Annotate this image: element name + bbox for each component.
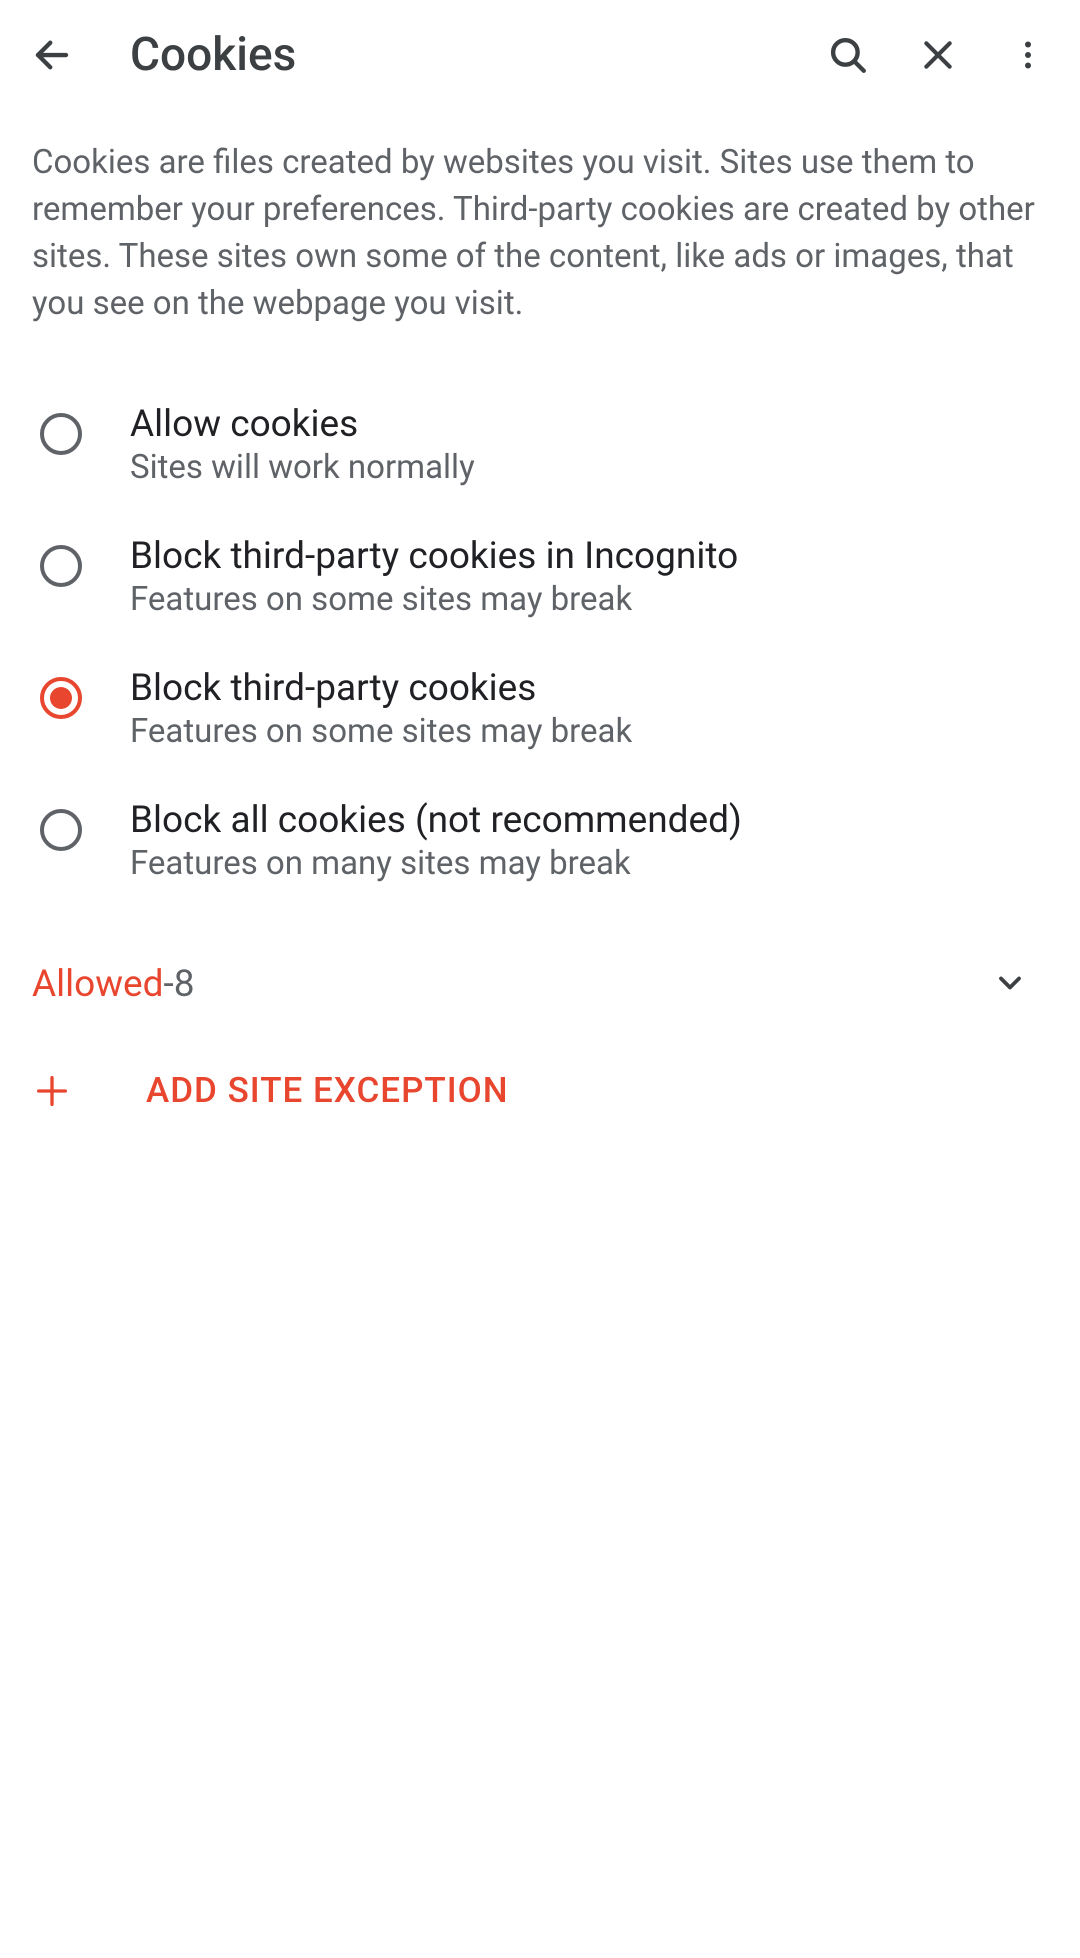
search-button[interactable] — [820, 27, 876, 83]
allowed-text: Allowed - 8 — [32, 963, 195, 1006]
search-icon — [827, 34, 869, 76]
option-subtitle: Sites will work normally — [130, 448, 475, 487]
option-title: Block all cookies (not recommended) — [130, 799, 742, 842]
radio-icon — [40, 809, 82, 851]
allowed-separator: - — [164, 963, 174, 1006]
option-subtitle: Features on some sites may break — [130, 580, 738, 619]
option-text: Allow cookies Sites will work normally — [130, 403, 475, 487]
option-title: Allow cookies — [130, 403, 475, 446]
more-vert-icon — [1010, 37, 1046, 73]
option-title: Block third-party cookies — [130, 667, 632, 710]
plus-icon — [32, 1071, 72, 1111]
option-text: Block third-party cookies Features on so… — [130, 667, 632, 751]
allowed-sites-toggle[interactable]: Allowed - 8 — [0, 943, 1080, 1026]
add-site-exception-button[interactable]: ADD SITE EXCEPTION — [0, 1042, 1080, 1139]
header-actions — [820, 27, 1056, 83]
option-subtitle: Features on some sites may break — [130, 712, 632, 751]
allowed-label: Allowed — [32, 963, 164, 1006]
add-exception-label: ADD SITE EXCEPTION — [146, 1070, 509, 1111]
option-title: Block third-party cookies in Incognito — [130, 535, 738, 578]
close-icon — [918, 35, 958, 75]
close-button[interactable] — [910, 27, 966, 83]
chevron-down-icon — [992, 965, 1028, 1001]
allowed-count: 8 — [174, 963, 195, 1006]
radio-icon — [40, 413, 82, 455]
cookies-description: Cookies are files created by websites yo… — [0, 110, 1080, 367]
back-button[interactable] — [24, 27, 80, 83]
option-allow-cookies[interactable]: Allow cookies Sites will work normally — [0, 379, 1080, 511]
page-title: Cookies — [130, 28, 786, 82]
option-block-all-cookies[interactable]: Block all cookies (not recommended) Feat… — [0, 775, 1080, 907]
radio-dot — [50, 687, 72, 709]
option-block-third-party-incognito[interactable]: Block third-party cookies in Incognito F… — [0, 511, 1080, 643]
expand-chevron — [992, 965, 1028, 1005]
cookie-options-list: Allow cookies Sites will work normally B… — [0, 367, 1080, 919]
plus-icon-wrapper — [32, 1071, 72, 1111]
radio-icon — [40, 545, 82, 587]
back-arrow-icon — [31, 34, 73, 76]
option-text: Block third-party cookies in Incognito F… — [130, 535, 738, 619]
more-button[interactable] — [1000, 27, 1056, 83]
header: Cookies — [0, 0, 1080, 110]
radio-icon-selected — [40, 677, 82, 719]
option-subtitle: Features on many sites may break — [130, 844, 742, 883]
option-block-third-party[interactable]: Block third-party cookies Features on so… — [0, 643, 1080, 775]
option-text: Block all cookies (not recommended) Feat… — [130, 799, 742, 883]
